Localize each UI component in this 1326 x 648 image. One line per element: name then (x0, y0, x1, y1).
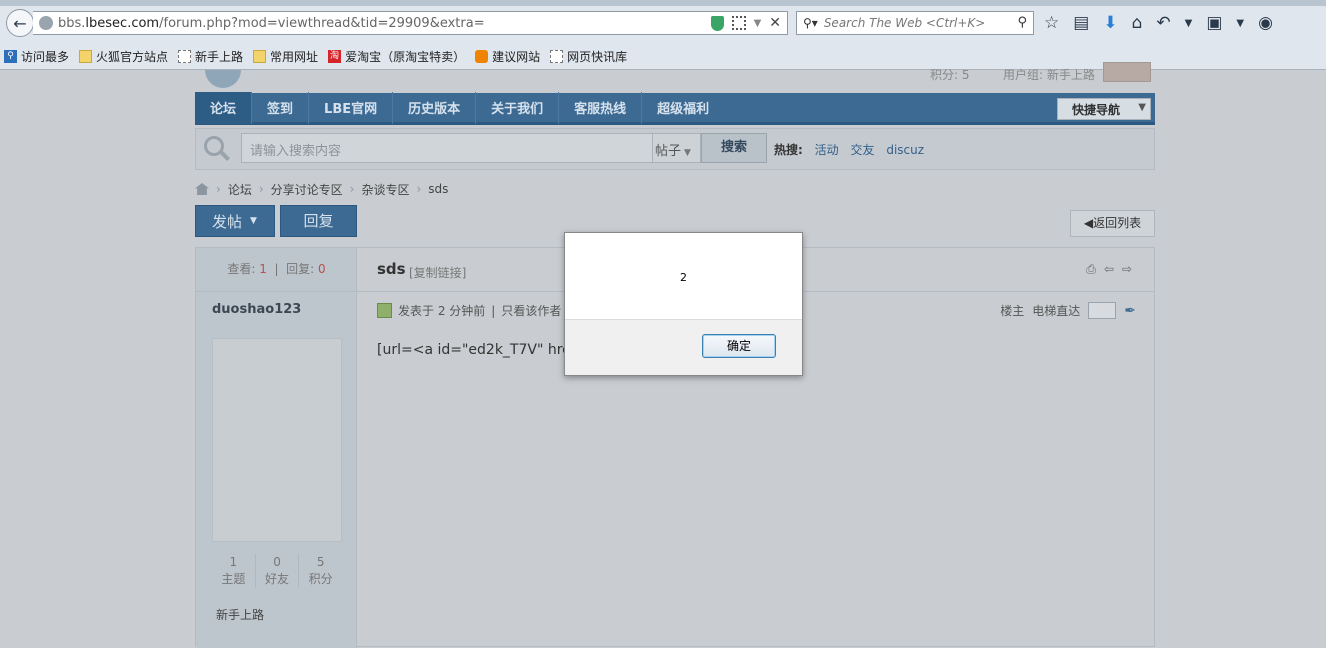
navigation-toolbar: ← bbs.lbesec.com/forum.php?mod=viewthrea… (0, 6, 1326, 40)
search-engine-icon[interactable]: ⚲▾ (803, 16, 818, 30)
dropdown-arrow-icon[interactable]: ▼ (1185, 18, 1193, 29)
qr-code-icon[interactable] (731, 16, 746, 30)
download-icon[interactable]: ⬇ (1103, 13, 1117, 33)
bookmark-item[interactable]: 建议网站 (475, 48, 540, 65)
close-icon[interactable]: ✕ (769, 15, 781, 31)
shield-icon[interactable] (710, 15, 724, 31)
page-icon (178, 49, 192, 63)
web-search-box[interactable]: ⚲▾ Search The Web <Ctrl+K> ⚲ (796, 11, 1034, 35)
alert-message: 2 (680, 271, 687, 284)
chat-icon[interactable]: ◉ (1258, 13, 1273, 33)
back-arrow-icon: ← (13, 13, 27, 33)
undo-icon[interactable]: ↶ (1156, 13, 1170, 33)
alert-dialog: 2 确定 (564, 232, 803, 376)
folder-icon (253, 49, 267, 63)
url-bar-icons: ▼ ✕ (710, 15, 781, 31)
page-icon (550, 49, 564, 63)
bookmark-item[interactable]: ⚲ 访问最多 (4, 48, 69, 65)
web-search-placeholder: Search The Web <Ctrl+K> (823, 16, 986, 30)
dropdown-arrow-icon[interactable]: ▼ (754, 18, 762, 29)
reading-list-icon[interactable]: ▤ (1073, 13, 1089, 33)
taobao-icon: 淘 (328, 49, 342, 63)
search-icon[interactable]: ⚲ (1017, 15, 1027, 30)
bookmark-item[interactable]: 网页快讯库 (550, 48, 627, 65)
alert-footer: 确定 (565, 319, 802, 375)
suggest-icon (475, 49, 489, 63)
ok-button[interactable]: 确定 (702, 334, 776, 358)
bookmark-item[interactable]: 火狐官方站点 (79, 48, 168, 65)
bookmark-item[interactable]: 新手上路 (178, 48, 243, 65)
folder-icon (79, 49, 93, 63)
bookmark-item[interactable]: 常用网址 (253, 48, 318, 65)
browser-chrome: ← bbs.lbesec.com/forum.php?mod=viewthrea… (0, 0, 1326, 70)
url-text: bbs.lbesec.com/forum.php?mod=viewthread&… (58, 15, 485, 31)
crop-icon[interactable]: ▣ (1206, 13, 1222, 33)
bookmark-star-icon[interactable]: ☆ (1044, 13, 1059, 33)
bookmark-item[interactable]: 淘爱淘宝（原淘宝特卖） (328, 48, 465, 65)
dropdown-arrow-icon[interactable]: ▼ (1236, 18, 1244, 29)
home-icon[interactable]: ⌂ (1132, 13, 1143, 33)
globe-icon (39, 16, 53, 30)
url-bar[interactable]: bbs.lbesec.com/forum.php?mod=viewthread&… (33, 11, 788, 35)
toolbar-icons: ☆ ▤ ⬇ ⌂ ↶ ▼ ▣ ▼ ◉ (1044, 13, 1273, 33)
most-visited-icon: ⚲ (4, 49, 17, 63)
back-button[interactable]: ← (6, 9, 34, 37)
